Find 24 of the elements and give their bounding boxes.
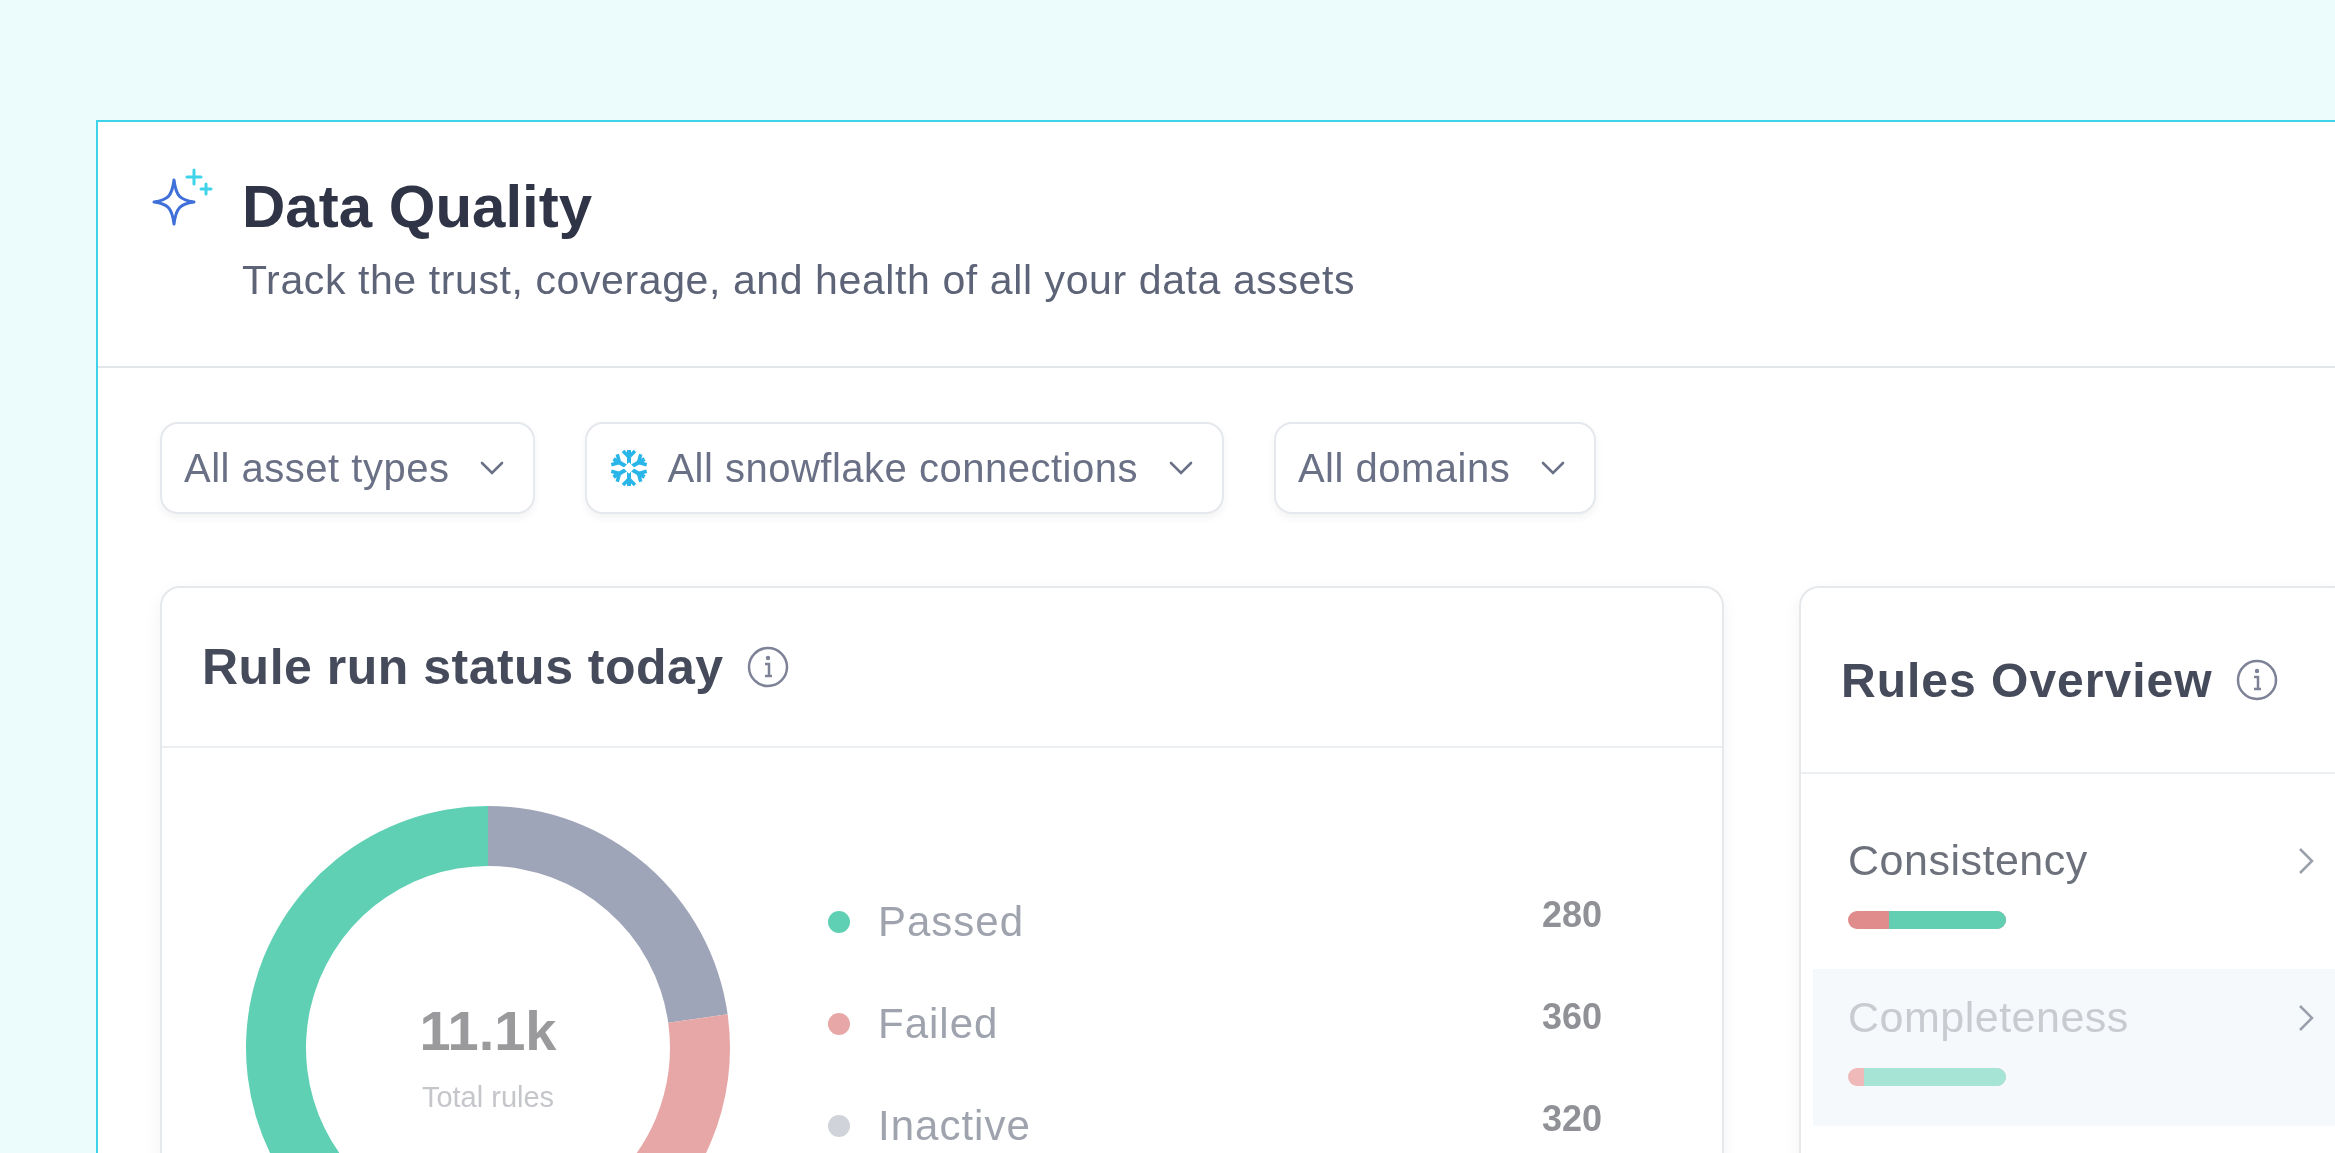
card-title: Rules Overview (1841, 652, 2213, 708)
chevron-right-icon (2297, 1002, 2315, 1033)
filter-dropdown[interactable]: All asset types (160, 422, 536, 514)
total-count: 11.1k (419, 998, 557, 1063)
page-title: Data Quality (242, 172, 594, 241)
legend-label: Failed (878, 1000, 1000, 1048)
chevron-right-icon (2297, 845, 2315, 876)
snowflake-icon (609, 448, 650, 488)
legend-label: Passed (878, 898, 1026, 946)
legend-value: 320 (1541, 1098, 1602, 1140)
total-label: Total rules (421, 1081, 555, 1114)
card-title: Rule run status today (202, 638, 724, 696)
legend-value: 280 (1541, 894, 1602, 936)
chevron-down-icon (479, 460, 506, 476)
info-icon[interactable] (745, 645, 790, 689)
filter-dropdown[interactable]: All snowflake connections (585, 422, 1224, 514)
legend-label: Inactive (878, 1102, 1032, 1150)
filter-dropdown[interactable]: All domains (1273, 422, 1597, 514)
rule-category-item[interactable]: Consistency (1813, 812, 2335, 969)
chevron-down-icon (1540, 460, 1567, 476)
info-icon[interactable] (2234, 658, 2279, 702)
legend-value: 360 (1541, 996, 1602, 1038)
page-subtitle: Track the trust, coverage, and health of all your data assets (242, 257, 1356, 304)
chevron-down-icon (1167, 460, 1194, 476)
